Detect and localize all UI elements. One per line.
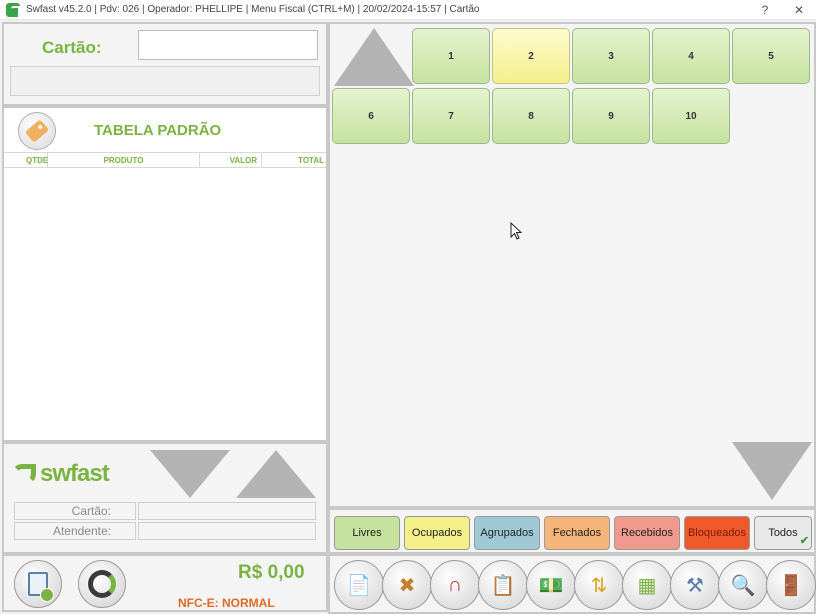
money-button[interactable]: 💵 <box>526 560 576 610</box>
table-button-1[interactable]: 1 <box>412 28 490 84</box>
column-header-total[interactable]: TOTAL <box>262 153 326 167</box>
order-table-header: QTDE PRODUTO VALOR TOTAL <box>4 152 326 168</box>
left-panel: Cartão: TABELA PADRÃO QTDE PRODUTO VALOR… <box>2 22 328 612</box>
column-header-qtde[interactable]: QTDE <box>4 153 48 167</box>
transfer-button[interactable]: ⇅ <box>574 560 624 610</box>
filter-bloqueados-button[interactable]: Bloqueados <box>684 516 750 550</box>
price-table-button[interactable] <box>18 112 56 150</box>
card-info-label: Cartão: <box>14 502 136 520</box>
swfast-logo-icon <box>6 2 20 18</box>
tables-scroll-down-icon[interactable] <box>732 442 812 500</box>
table-button-2[interactable]: 2 <box>492 28 570 84</box>
filter-livres-button[interactable]: Livres <box>334 516 400 550</box>
filter-todos-label: Todos <box>768 527 798 539</box>
card-info-row: Cartão: <box>14 502 316 520</box>
attendant-info-row: Atendente: <box>14 522 316 540</box>
table-button-4[interactable]: 4 <box>652 28 730 84</box>
brand-name: swfast <box>40 460 110 487</box>
table-button-7[interactable]: 7 <box>412 88 490 144</box>
filter-recebidos-button[interactable]: Recebidos <box>614 516 680 550</box>
table-button-8[interactable]: 8 <box>492 88 570 144</box>
tools-button[interactable]: ✖ <box>382 560 432 610</box>
attendant-label: Atendente: <box>14 522 136 540</box>
search-button[interactable]: 🔍 <box>718 560 768 610</box>
summary-section: swfast Cartão: Atendente: <box>2 442 328 554</box>
exit-door-icon: 🚪 <box>778 574 804 597</box>
total-amount: R$ 0,00 <box>238 562 305 583</box>
sync-button[interactable] <box>78 560 126 608</box>
filter-todos-button[interactable]: Todos ✔ <box>754 516 812 550</box>
swfast-window: Swfast v45.2.0 | Pdv: 026 | Operador: PH… <box>0 0 816 614</box>
price-table-title: TABELA PADRÃO <box>94 122 222 139</box>
swfast-brand-icon <box>12 464 36 484</box>
order-table-section: TABELA PADRÃO QTDE PRODUTO VALOR TOTAL <box>2 106 328 442</box>
mouse-pointer-icon <box>510 222 522 240</box>
tables-grid-button[interactable]: ▦ <box>622 560 672 610</box>
title-bar: Swfast v45.2.0 | Pdv: 026 | Operador: PH… <box>0 0 816 20</box>
filter-agrupados-button[interactable]: Agrupados <box>474 516 540 550</box>
price-tag-icon <box>24 119 50 143</box>
table-button-3[interactable]: 3 <box>572 28 650 84</box>
selected-check-icon: ✔ <box>799 535 809 547</box>
table-button-10[interactable]: 10 <box>652 88 730 144</box>
money-icon: 💵 <box>538 574 564 597</box>
exit-button[interactable]: 🚪 <box>766 560 816 610</box>
table-button-6[interactable]: 6 <box>332 88 410 144</box>
clipboard-button[interactable]: 📋 <box>478 560 528 610</box>
attendant-value <box>138 522 316 540</box>
table-button-9[interactable]: 9 <box>572 88 650 144</box>
transfer-icon: ⇅ <box>590 574 608 597</box>
close-button[interactable]: ✕ <box>782 3 816 17</box>
toolbox-button[interactable]: ⚒ <box>670 560 720 610</box>
column-header-valor[interactable]: VALOR <box>200 153 262 167</box>
card-message-strip <box>10 66 320 96</box>
cancel-document-icon: 📄 <box>346 574 372 597</box>
sync-icon <box>88 570 116 598</box>
bottom-toolbar: 📄 ✖ ∩ 📋 💵 ⇅ ▦ ⚒ 🔍 🚪 <box>328 554 816 614</box>
tables-grid: 1 2 3 4 5 6 7 8 9 10 <box>328 22 816 508</box>
search-icon: 🔍 <box>730 574 756 597</box>
tools-icon: ✖ <box>398 574 416 597</box>
clipboard-icon: 📋 <box>490 574 516 597</box>
help-button[interactable]: ? <box>748 3 782 17</box>
right-panel: 1 2 3 4 5 6 7 8 9 10 Livres Ocupados Agr… <box>328 22 816 614</box>
filter-fechados-button[interactable]: Fechados <box>544 516 610 550</box>
tables-grid-icon: ▦ <box>637 574 657 597</box>
tables-scroll-up-icon[interactable] <box>334 28 414 86</box>
cancel-document-button[interactable]: 📄 <box>334 560 384 610</box>
new-document-button[interactable] <box>14 560 62 608</box>
window-title: Swfast v45.2.0 | Pdv: 026 | Operador: PH… <box>26 4 480 15</box>
status-filter-bar: Livres Ocupados Agrupados Fechados Receb… <box>328 508 816 554</box>
card-input[interactable] <box>138 30 318 60</box>
column-header-produto[interactable]: PRODUTO <box>48 153 200 167</box>
toolbox-icon: ⚒ <box>686 574 704 597</box>
scroll-down-arrow-icon[interactable] <box>150 450 230 498</box>
nfce-status: NFC-E: NORMAL <box>178 596 275 610</box>
magnet-button[interactable]: ∩ <box>430 560 480 610</box>
scroll-up-arrow-icon[interactable] <box>236 450 316 498</box>
swfast-brand: swfast <box>12 460 110 488</box>
filter-ocupados-button[interactable]: Ocupados <box>404 516 470 550</box>
card-info-value <box>138 502 316 520</box>
table-button-5[interactable]: 5 <box>732 28 810 84</box>
magnet-icon: ∩ <box>447 573 463 596</box>
card-label: Cartão: <box>42 38 102 57</box>
actions-section: R$ 0,00 NFC-E: NORMAL <box>2 554 328 612</box>
card-section: Cartão: <box>2 22 328 106</box>
new-document-icon <box>28 572 54 602</box>
